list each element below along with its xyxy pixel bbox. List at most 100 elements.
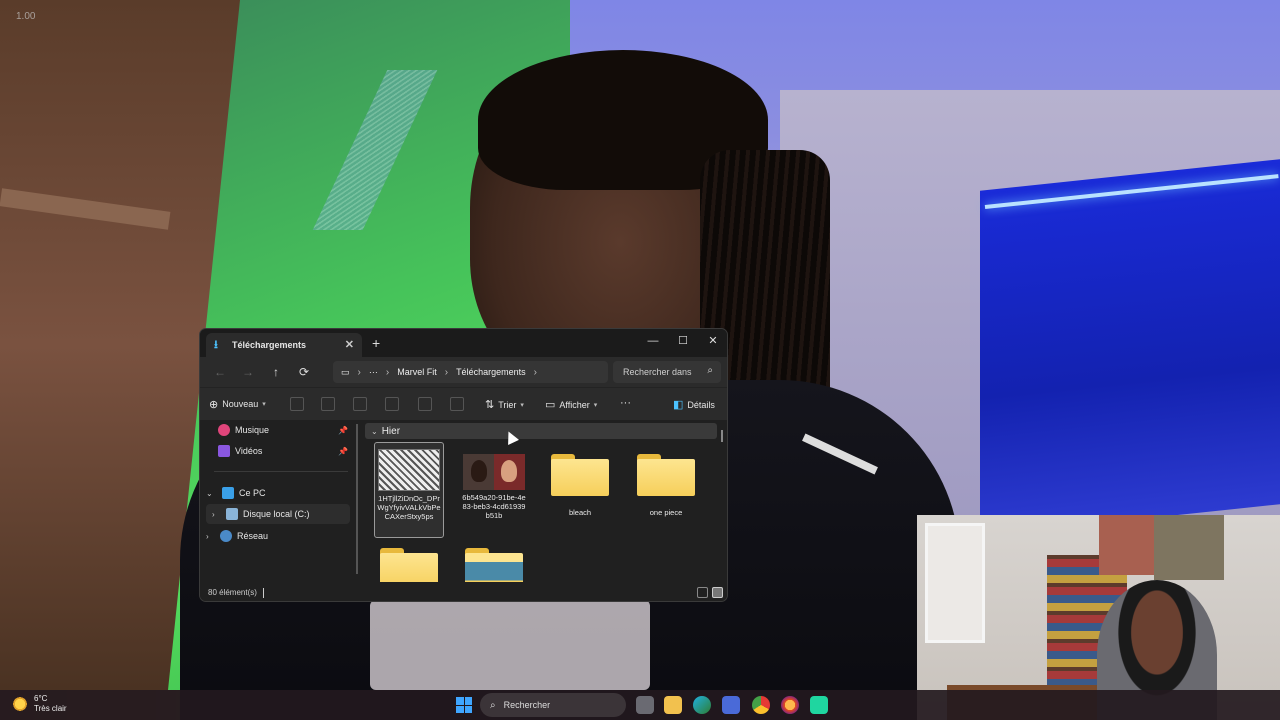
firefox-icon[interactable] xyxy=(781,696,799,714)
navigation-bar: ← → ↑ ⟳ ▭ › ··· › Marvel Fit › Télécharg… xyxy=(200,357,727,387)
weather-icon xyxy=(12,696,28,712)
refresh-button[interactable]: ⟳ xyxy=(290,365,318,379)
large-icons-view-button[interactable] xyxy=(712,587,723,598)
sidebar-label: Ce PC xyxy=(239,488,266,498)
webcam-poster xyxy=(1099,515,1154,575)
forward-button[interactable]: → xyxy=(234,365,262,379)
sidebar-item-videos[interactable]: Vidéos 📌 xyxy=(206,441,350,461)
weather-desc: Très clair xyxy=(34,704,67,713)
paste-icon[interactable] xyxy=(353,397,367,411)
taskbar-search[interactable]: ⌕ Rechercher xyxy=(480,693,626,717)
file-item[interactable]: 6b549a20-91be-4e83-beb3-4cd61939b51b xyxy=(459,442,529,538)
breadcrumb-marvel-fit[interactable]: Marvel Fit xyxy=(397,367,437,377)
delete-icon[interactable] xyxy=(450,397,464,411)
cut-icon[interactable] xyxy=(290,397,304,411)
chevron-right-icon: › xyxy=(533,366,537,378)
more-options-button[interactable]: ··· xyxy=(620,397,631,409)
taskbar: 6°C Très clair ⌕ Rechercher xyxy=(0,690,1280,720)
details-label: Détails xyxy=(687,399,715,410)
sidebar-item-local-disk[interactable]: › Disque local (C:) xyxy=(206,504,350,524)
chevron-down-icon[interactable]: ⌄ xyxy=(206,489,213,498)
folder-item[interactable] xyxy=(459,542,529,590)
sort-button[interactable]: ⇅ Trier ▾ xyxy=(485,398,524,411)
chevron-right-icon: › xyxy=(357,366,361,378)
pin-icon[interactable]: 📌 xyxy=(338,447,348,456)
folder-item[interactable]: one piece xyxy=(631,442,701,538)
music-icon xyxy=(218,424,230,436)
store-icon[interactable] xyxy=(722,696,740,714)
view-icon: ▭ xyxy=(545,399,556,411)
maximize-button[interactable]: ☐ xyxy=(668,331,698,351)
weather-temp: 6°C xyxy=(34,694,48,703)
search-icon: ⌕ xyxy=(707,365,713,376)
search-icon: ⌕ xyxy=(490,699,496,711)
download-icon: ⭳ xyxy=(214,339,218,351)
network-icon xyxy=(220,530,232,542)
navigation-pane: Musique 📌 Vidéos 📌 ⌄ Ce PC › Disque loca… xyxy=(200,420,358,582)
task-view-icon[interactable] xyxy=(636,696,654,714)
folder-icon xyxy=(551,454,609,496)
close-tab-icon[interactable]: ✕ xyxy=(345,338,354,351)
chevron-down-icon: ⌄ xyxy=(371,426,378,436)
group-header[interactable]: ⌄ Hier xyxy=(365,423,717,439)
sidebar-label: Réseau xyxy=(237,531,269,541)
copy-icon[interactable] xyxy=(321,397,335,411)
chrome-icon[interactable] xyxy=(752,696,770,714)
pin-icon[interactable]: 📌 xyxy=(338,426,348,435)
file-list: ⌄ Hier 1HTjllZiDnOc_DPrWgYfyivVALkVbPeCA… xyxy=(362,420,718,590)
more-icon[interactable]: ··· xyxy=(369,367,378,377)
new-tab-button[interactable]: + xyxy=(372,335,380,351)
search-input[interactable]: Rechercher dans ⌕ xyxy=(613,361,721,383)
item-count: 80 élément(s) xyxy=(208,588,257,597)
command-bar: ⊕ Nouveau ▾ ⇅ Trier ▾ ▭ Afficher ▾ ··· ◧… xyxy=(200,387,727,420)
webcam-poster xyxy=(1154,515,1224,580)
file-name: 6b549a20-91be-4e83-beb3-4cd61939b51b xyxy=(462,493,526,520)
hoodie-print xyxy=(370,600,650,690)
new-label: Nouveau xyxy=(222,399,259,409)
sidebar-item-music[interactable]: Musique 📌 xyxy=(206,420,350,440)
details-button[interactable]: ◧ Détails xyxy=(673,398,715,411)
file-explorer-icon[interactable] xyxy=(664,696,682,714)
weather-widget[interactable]: 6°C Très clair xyxy=(12,694,67,714)
content-scrollbar[interactable] xyxy=(721,430,723,442)
zoom-indicator: 1.00 xyxy=(16,11,36,22)
edge-icon[interactable] xyxy=(693,696,711,714)
folder-icon xyxy=(637,454,695,496)
sidebar-label: Musique xyxy=(235,425,270,435)
status-divider xyxy=(262,587,264,598)
drive-icon xyxy=(226,508,238,520)
chevron-down-icon: ▾ xyxy=(520,401,524,409)
chevron-right-icon: › xyxy=(444,366,449,378)
sidebar-label: Disque local (C:) xyxy=(243,509,310,519)
chevron-right-icon[interactable]: › xyxy=(206,532,209,541)
back-button[interactable]: ← xyxy=(206,365,234,379)
address-bar[interactable]: ▭ › ··· › Marvel Fit › Téléchargements › xyxy=(333,361,608,383)
sidebar-scrollbar[interactable] xyxy=(356,424,358,574)
folder-item[interactable] xyxy=(374,542,444,590)
rename-icon[interactable] xyxy=(385,397,399,411)
new-button[interactable]: ⊕ Nouveau ▾ xyxy=(209,398,266,411)
title-bar: ⭳ Téléchargements ✕ + — ☐ ✕ xyxy=(200,329,727,357)
computer-icon xyxy=(222,487,234,499)
view-button[interactable]: ▭ Afficher ▾ xyxy=(545,398,597,411)
file-item[interactable]: 1HTjllZiDnOc_DPrWgYfyivVALkVbPeCAXerStxy… xyxy=(374,442,444,538)
up-button[interactable]: ↑ xyxy=(262,365,290,379)
share-icon[interactable] xyxy=(418,397,432,411)
folder-item[interactable]: bleach xyxy=(545,442,615,538)
app-icon[interactable] xyxy=(810,696,828,714)
sidebar-item-network[interactable]: › Réseau xyxy=(206,526,350,546)
sidebar-item-this-pc[interactable]: ⌄ Ce PC xyxy=(206,483,350,503)
pc-icon: ▭ xyxy=(341,366,350,377)
chevron-right-icon: › xyxy=(385,366,390,378)
plus-circle-icon: ⊕ xyxy=(209,398,219,411)
start-button[interactable] xyxy=(456,697,472,713)
close-window-button[interactable]: ✕ xyxy=(698,331,727,351)
details-view-button[interactable] xyxy=(697,587,708,598)
chevron-right-icon[interactable]: › xyxy=(212,510,215,519)
tab-downloads[interactable]: ⭳ Téléchargements ✕ xyxy=(206,333,362,357)
breadcrumb-downloads[interactable]: Téléchargements xyxy=(456,367,526,377)
video-thumbnail xyxy=(463,454,525,490)
chevron-down-icon: ▾ xyxy=(593,401,598,409)
view-label: Afficher xyxy=(559,399,590,410)
minimize-button[interactable]: — xyxy=(638,331,668,351)
